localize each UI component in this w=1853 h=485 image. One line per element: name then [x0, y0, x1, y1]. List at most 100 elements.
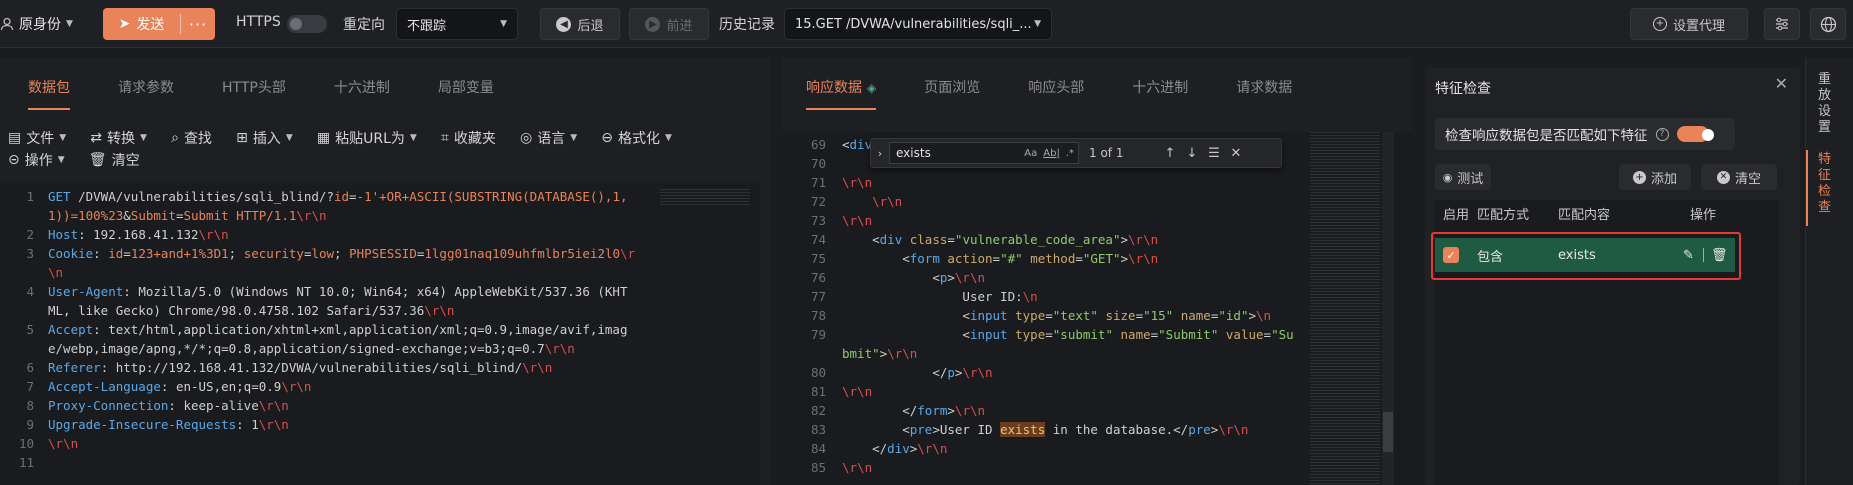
side-tabs: 重放设置 特征检查	[1805, 58, 1853, 485]
row-mode: 包含	[1477, 249, 1504, 265]
format-menu[interactable]: ⊖ 格式化 ▼	[601, 128, 672, 148]
file-icon: ▤	[8, 130, 22, 146]
rules-table-header: 启用 匹配方式 匹配内容 操作	[1435, 200, 1779, 226]
tab-request-params[interactable]: 请求参数	[94, 66, 198, 110]
globe-button[interactable]	[1810, 8, 1846, 40]
favorites-button[interactable]: ⌗ 收藏夹	[441, 128, 496, 148]
scrollbar-thumb[interactable]	[1383, 412, 1393, 452]
response-minimap[interactable]	[1310, 132, 1380, 485]
clear-rules-button[interactable]: ✕ 清空	[1701, 164, 1777, 190]
close-icon[interactable]: ✕	[1225, 146, 1247, 161]
insert-menu[interactable]: ⊞ 插入 ▼	[236, 128, 293, 148]
identity-dropdown[interactable]: 原身份 ▼	[0, 14, 73, 34]
target-icon: ◉	[1442, 170, 1453, 184]
chevron-right-icon[interactable]: ›	[871, 147, 889, 160]
insert-icon: ⊞	[236, 130, 248, 146]
tab-hex[interactable]: 十六进制	[310, 66, 414, 110]
history-select[interactable]: 15.GET /DVWA/vulnerabilities/sqli_... ▼	[784, 8, 1052, 40]
tab-http-headers[interactable]: HTTP头部	[198, 66, 310, 110]
line-number: 73	[810, 213, 826, 228]
sliders-button[interactable]	[1764, 8, 1800, 40]
edit-icon[interactable]: ✎	[1683, 248, 1694, 263]
find-in-selection-icon[interactable]: ☰	[1203, 146, 1225, 161]
line-number: 4	[26, 284, 34, 299]
close-icon[interactable]: ✕	[1775, 74, 1788, 93]
response-code: <div \r\n \r\n \r\n <div class="vulnerab…	[842, 137, 1294, 475]
forward-button[interactable]: ▶ 前进	[629, 8, 709, 40]
arrow-down-icon[interactable]: ↓	[1181, 146, 1203, 161]
plus-circle-icon: +	[1652, 17, 1667, 31]
line-number: 83	[810, 422, 826, 437]
send-button[interactable]: ➤ 发送 ···	[103, 8, 215, 40]
bookmark-icon: ⌗	[440, 130, 449, 146]
line-number: 75	[810, 251, 826, 266]
side-tab-replay-settings[interactable]: 重放设置	[1818, 72, 1838, 136]
line-number: 10	[18, 436, 34, 451]
request-code: GET /DVWA/vulnerabilities/sqli_blind/?id…	[48, 189, 636, 451]
tab-local-vars[interactable]: 局部变量	[414, 66, 518, 110]
operation-menu[interactable]: ⊝ 操作 ▼	[8, 150, 65, 170]
clear-button[interactable]: 🗑 清空	[89, 150, 140, 170]
tab-request-data[interactable]: 请求数据	[1212, 66, 1316, 110]
response-editor[interactable]: 69 70 71 72 73 74 75 76 77 78 79 80 81 82 83 84 85 <div …	[782, 132, 1412, 485]
add-button[interactable]: + 添加	[1619, 164, 1691, 190]
language-icon: ◎	[519, 130, 533, 146]
find-input-value: exists	[896, 146, 931, 160]
side-tab-feature-check[interactable]: 特征检查	[1818, 152, 1838, 216]
send-label: 发送	[136, 17, 165, 33]
table-row[interactable]: ✓ 包含 exists ✎ 🗑	[1435, 238, 1735, 272]
globe-icon	[1820, 16, 1836, 32]
tab-response-hex[interactable]: 十六进制	[1108, 66, 1212, 110]
request-editor[interactable]: 1 2 3 4 5 6 7 8 9 10 11 GET /DVWA/vulnerabilities/…	[0, 183, 760, 485]
line-number: 3	[26, 246, 34, 261]
trash-icon[interactable]: 🗑	[1711, 248, 1728, 263]
match-case-icon[interactable]: Aa	[1024, 148, 1037, 159]
forward-label: 前进	[666, 18, 693, 34]
match-toggle[interactable]	[1676, 126, 1714, 142]
tab-response-headers[interactable]: 响应头部	[1004, 66, 1108, 110]
line-number: 8	[26, 398, 34, 413]
tab-response-data[interactable]: 响应数据 ◈	[782, 66, 900, 110]
find-input[interactable]: exists Aa Ab| .*	[889, 142, 1079, 164]
top-toolbar: 原身份 ▼ ➤ 发送 ··· HTTPS 重定向 不跟踪 ▼ ◀ 后退 ▶ 前进 …	[0, 0, 1853, 48]
response-scrollbar[interactable]	[1382, 132, 1394, 485]
trash-icon: 🗑	[88, 152, 107, 168]
find-button[interactable]: ⌕ 查找	[171, 128, 212, 148]
line-number	[0, 263, 34, 282]
line-number: 78	[810, 308, 826, 323]
paste-url-menu[interactable]: ▦ 粘贴URL为 ▼	[317, 128, 417, 148]
line-number: 74	[810, 232, 826, 247]
request-minimap[interactable]	[660, 189, 750, 207]
regex-icon[interactable]: .*	[1066, 148, 1074, 159]
back-label: 后退	[577, 18, 604, 34]
tab-packet[interactable]: 数据包	[4, 66, 94, 110]
proxy-settings-button[interactable]: + 设置代理	[1630, 8, 1748, 40]
redirect-select[interactable]: 不跟踪 ▼	[396, 8, 518, 40]
response-panel: 响应数据 ◈ 页面浏览 响应头部 十六进制 请求数据 69 70 71 72 73 74 75…	[782, 58, 1412, 485]
col-mode: 匹配方式	[1477, 207, 1530, 223]
row-enabled-checkbox[interactable]: ✓	[1443, 247, 1459, 263]
proxy-label: 设置代理	[1672, 18, 1725, 34]
test-button[interactable]: ◉ 测试	[1435, 164, 1491, 190]
language-menu[interactable]: ◎ 语言 ▼	[520, 128, 577, 148]
back-button[interactable]: ◀ 后退	[540, 8, 620, 40]
file-menu[interactable]: ▤ 文件 ▼	[8, 128, 66, 148]
format-icon: ⊖	[601, 130, 613, 146]
request-toolbar: ▤ 文件 ▼ ⇄ 转换 ▼ ⌕ 查找 ⊞ 插入 ▼ ▦ 粘贴URL为 ▼ ⌗ 收藏夹 ◎ 语言 ▼ ⊖ 格…	[8, 128, 768, 172]
row-content: exists	[1558, 247, 1596, 263]
back-arrow-icon: ◀	[556, 16, 572, 32]
line-number: 81	[810, 384, 826, 399]
shield-check-icon: ◈	[867, 81, 877, 95]
line-number	[0, 339, 34, 358]
request-tabs: 数据包 请求参数 HTTP头部 十六进制 局部变量	[4, 66, 518, 110]
col-actions: 操作	[1690, 207, 1717, 223]
arrow-up-icon[interactable]: ↑	[1159, 146, 1181, 161]
whole-word-icon[interactable]: Ab|	[1043, 148, 1060, 159]
convert-menu[interactable]: ⇄ 转换 ▼	[90, 128, 147, 148]
match-rule-bar: 检查响应数据包是否匹配如下特征 ?	[1435, 118, 1735, 150]
https-toggle[interactable]	[287, 15, 327, 33]
tab-page-preview[interactable]: 页面浏览	[900, 66, 1004, 110]
col-enabled: 启用	[1443, 207, 1470, 223]
send-more-button[interactable]: ···	[181, 15, 215, 34]
redirect-label: 重定向	[343, 17, 385, 33]
